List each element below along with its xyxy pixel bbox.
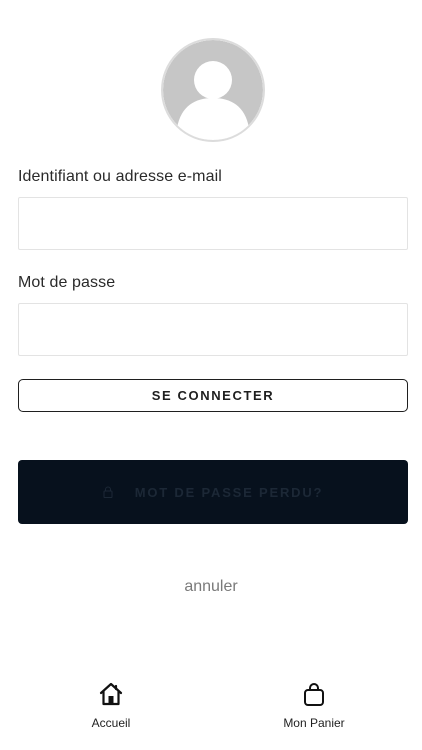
avatar bbox=[161, 38, 265, 142]
username-input[interactable] bbox=[18, 197, 408, 250]
lost-password-label: MOT DE PASSE PERDU? bbox=[134, 484, 324, 500]
password-input[interactable] bbox=[18, 303, 408, 356]
shopping-bag-icon bbox=[304, 683, 324, 706]
tab-cart-label: Mon Panier bbox=[283, 716, 345, 730]
tab-home-label: Accueil bbox=[91, 716, 131, 730]
login-screen: Identifiant ou adresse e-mail Mot de pas… bbox=[0, 0, 422, 750]
lock-icon bbox=[103, 486, 113, 498]
bottom-tab-bar: Accueil Mon Panier bbox=[0, 676, 422, 750]
username-label: Identifiant ou adresse e-mail bbox=[18, 168, 222, 185]
home-icon bbox=[99, 682, 123, 706]
tab-cart[interactable]: Mon Panier bbox=[254, 676, 374, 736]
cancel-link[interactable]: annuler bbox=[0, 578, 422, 596]
lost-password-button[interactable]: MOT DE PASSE PERDU? bbox=[18, 460, 408, 524]
tab-home[interactable]: Accueil bbox=[51, 676, 171, 736]
password-label: Mot de passe bbox=[18, 274, 116, 291]
user-placeholder-icon bbox=[163, 40, 263, 140]
login-button[interactable]: SE CONNECTER bbox=[18, 379, 408, 412]
